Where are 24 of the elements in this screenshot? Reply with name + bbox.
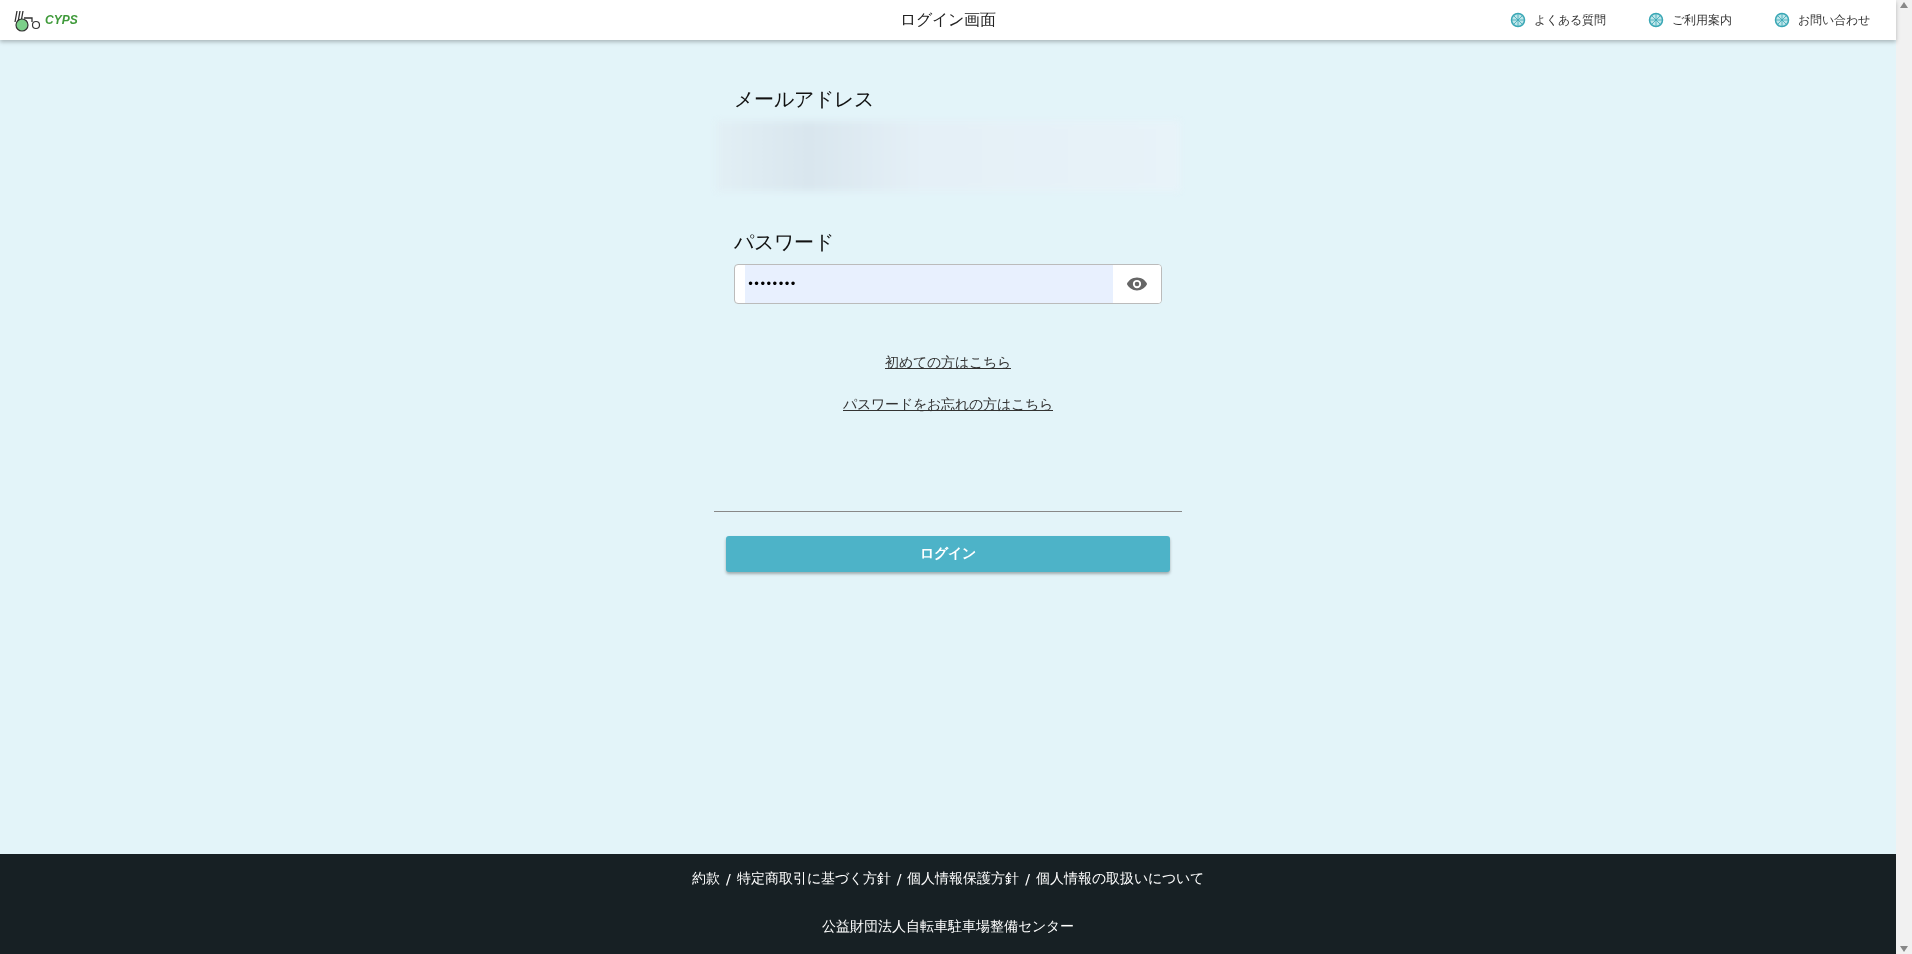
page-title: ログイン画面 bbox=[900, 9, 996, 31]
text-link[interactable]: パスワードをお忘れの方はこちら bbox=[843, 396, 1053, 414]
organization-name: 公益財団法人自転車駐車場整備センター bbox=[822, 918, 1074, 936]
separator-text: / bbox=[725, 871, 731, 887]
scroll-up-icon[interactable] bbox=[1900, 2, 1908, 8]
text-link[interactable]: 初めての方はこちら bbox=[885, 354, 1011, 372]
field-label: パスワード bbox=[734, 229, 834, 256]
nav-link[interactable]: よくある質問 bbox=[1510, 11, 1606, 29]
field-label: メールアドレス bbox=[734, 86, 875, 113]
nav-link[interactable]: ご利用案内 bbox=[1648, 11, 1732, 29]
footer-link[interactable]: 約款 bbox=[691, 870, 720, 888]
nav-link[interactable]: お問い合わせ bbox=[1774, 11, 1870, 29]
wheel-icon bbox=[1510, 12, 1526, 28]
bicycle-logo-icon bbox=[12, 8, 42, 32]
footer-link[interactable]: 個人情報保護方針 bbox=[907, 870, 1020, 888]
footer-link[interactable]: 特定商取引に基づく方針 bbox=[736, 870, 891, 888]
footer-link[interactable]: 個人情報の取扱いについて bbox=[1036, 870, 1205, 888]
password-field[interactable]: •••••••• bbox=[734, 264, 1162, 304]
wheel-icon bbox=[1648, 12, 1664, 28]
logo-text: CYPS bbox=[45, 13, 78, 27]
wheel-icon bbox=[1774, 12, 1790, 28]
scroll-down-icon[interactable] bbox=[1900, 946, 1908, 952]
separator-text: / bbox=[1025, 871, 1031, 887]
separator-text: / bbox=[896, 871, 902, 887]
